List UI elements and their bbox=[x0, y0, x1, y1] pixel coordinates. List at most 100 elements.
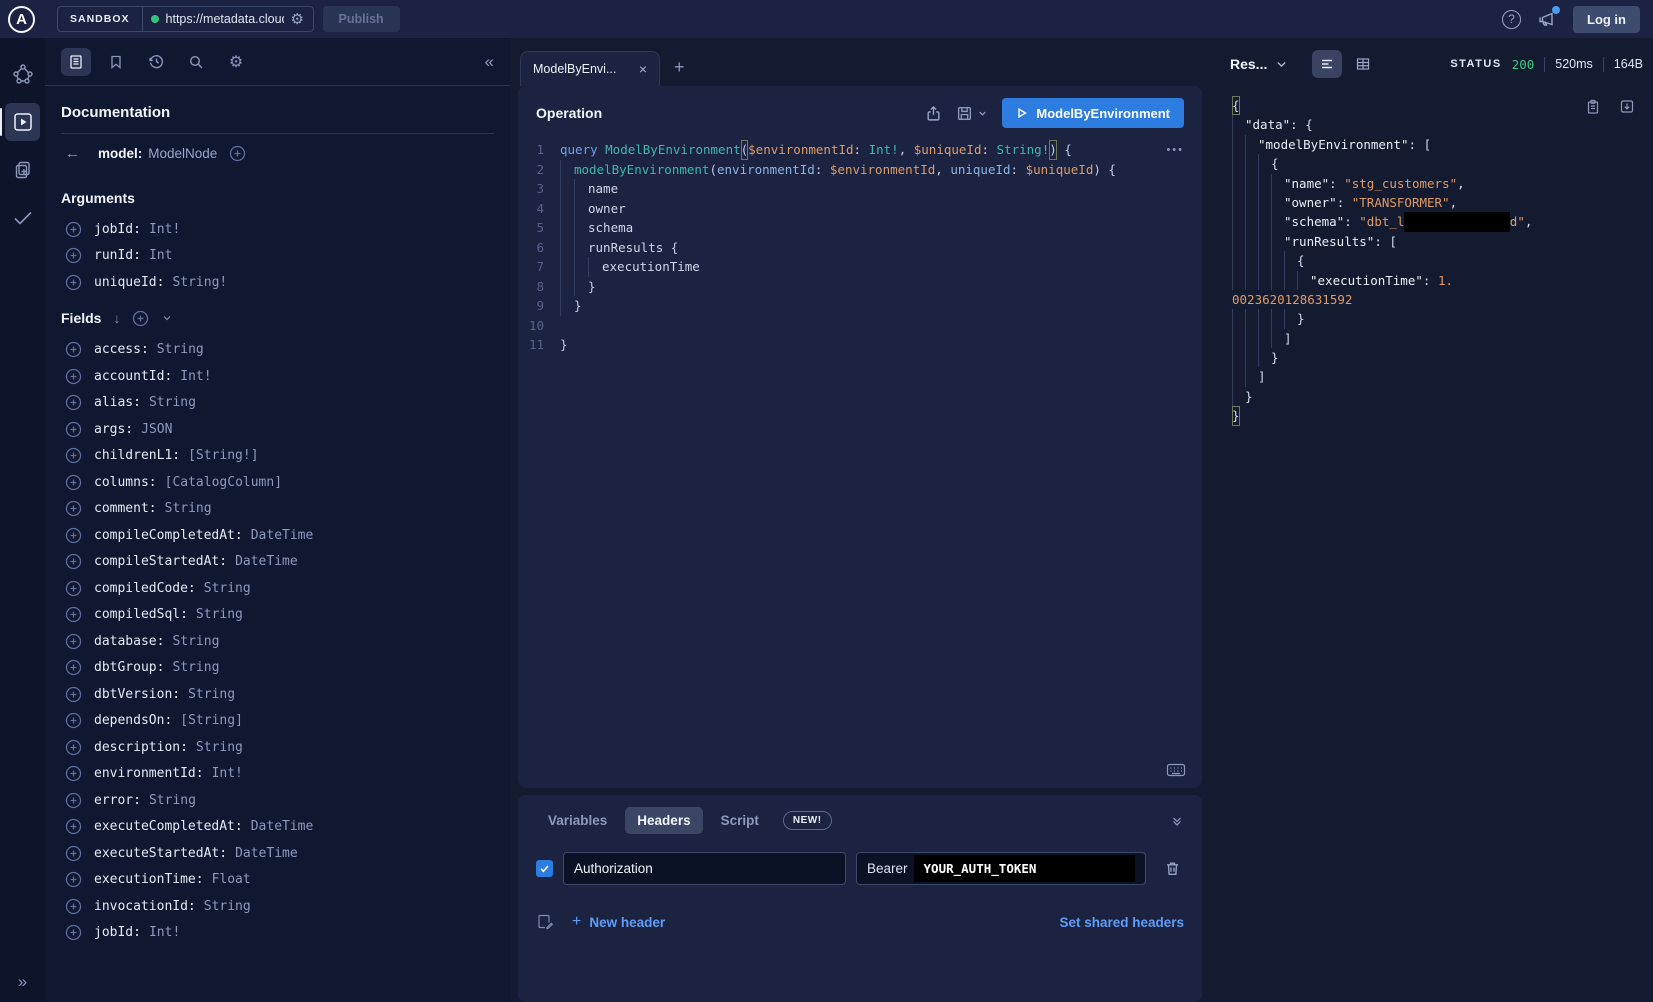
add-field-icon[interactable] bbox=[65, 500, 82, 517]
model-breadcrumb-type[interactable]: ModelNode bbox=[148, 146, 217, 161]
field-type[interactable]: Int! bbox=[180, 369, 211, 384]
field-type[interactable]: Int! bbox=[149, 222, 180, 237]
field-item[interactable]: accountId:Int! bbox=[61, 363, 494, 390]
delete-header-icon[interactable] bbox=[1164, 860, 1181, 877]
share-operation-icon[interactable] bbox=[925, 105, 942, 122]
field-item[interactable]: compiledCode:String bbox=[61, 575, 494, 602]
tab-variables[interactable]: Variables bbox=[536, 807, 619, 834]
tab-headers[interactable]: Headers bbox=[625, 807, 702, 834]
auth-token-value[interactable]: YOUR_AUTH_TOKEN bbox=[914, 855, 1135, 882]
add-field-icon[interactable] bbox=[65, 845, 82, 862]
field-item[interactable]: database:String bbox=[61, 628, 494, 655]
rail-schema-icon[interactable] bbox=[0, 52, 45, 96]
save-operation-group[interactable] bbox=[956, 105, 988, 122]
field-type[interactable]: JSON bbox=[141, 422, 172, 437]
add-all-fields-icon[interactable] bbox=[132, 310, 149, 327]
field-item[interactable]: columns:[CatalogColumn] bbox=[61, 469, 494, 496]
add-field-icon[interactable] bbox=[65, 924, 82, 941]
add-field-icon[interactable] bbox=[65, 871, 82, 888]
field-type[interactable]: [String] bbox=[180, 713, 243, 728]
editor-more-menu[interactable]: ••• bbox=[1166, 144, 1184, 156]
endpoint-url-box[interactable]: https://metadata.cloud.get ⚙ bbox=[143, 7, 313, 31]
field-type[interactable]: String bbox=[196, 740, 243, 755]
field-item[interactable]: dependsOn:[String] bbox=[61, 708, 494, 735]
field-type[interactable]: String! bbox=[172, 275, 227, 290]
add-field-icon[interactable] bbox=[65, 633, 82, 650]
add-field-icon[interactable] bbox=[65, 659, 82, 676]
field-type[interactable]: String bbox=[204, 581, 251, 596]
response-dropdown-icon[interactable] bbox=[1275, 58, 1288, 71]
field-item[interactable]: comment:String bbox=[61, 496, 494, 523]
field-item[interactable]: uniqueId:String! bbox=[61, 269, 494, 296]
field-type[interactable]: String bbox=[172, 634, 219, 649]
login-button[interactable]: Log in bbox=[1573, 6, 1640, 33]
response-body[interactable]: {"data": {"modelByEnvironment": [{"name"… bbox=[1220, 96, 1643, 1002]
add-field-icon[interactable] bbox=[65, 553, 82, 570]
field-item[interactable]: invocationId:String bbox=[61, 893, 494, 920]
add-field-icon[interactable] bbox=[65, 527, 82, 544]
field-item[interactable]: childrenL1:[String!] bbox=[61, 443, 494, 470]
table-view-icon[interactable] bbox=[1348, 50, 1378, 78]
header-value-input[interactable]: Bearer YOUR_AUTH_TOKEN bbox=[856, 852, 1146, 885]
add-field-icon[interactable] bbox=[65, 341, 82, 358]
operation-tab[interactable]: ModelByEnvi... × bbox=[520, 51, 660, 86]
field-type[interactable]: Int! bbox=[212, 766, 243, 781]
field-item[interactable]: dbtVersion:String bbox=[61, 681, 494, 708]
field-type[interactable]: DateTime bbox=[251, 819, 314, 834]
add-field-icon[interactable] bbox=[65, 606, 82, 623]
add-field-icon[interactable] bbox=[65, 221, 82, 238]
add-field-icon[interactable] bbox=[65, 686, 82, 703]
publish-button[interactable]: Publish bbox=[323, 6, 400, 32]
sort-fields-icon[interactable]: ↓ bbox=[113, 310, 120, 326]
field-item[interactable]: jobId:Int! bbox=[61, 216, 494, 243]
apollo-logo[interactable]: A bbox=[8, 6, 35, 33]
field-type[interactable]: Int bbox=[149, 248, 172, 263]
add-field-icon[interactable] bbox=[65, 818, 82, 835]
set-shared-headers-link[interactable]: Set shared headers bbox=[1059, 915, 1184, 930]
run-operation-button[interactable]: ModelByEnvironment bbox=[1002, 98, 1184, 128]
new-header-button[interactable]: + New header bbox=[572, 913, 665, 931]
field-type[interactable]: [CatalogColumn] bbox=[165, 475, 282, 490]
expand-rail-icon[interactable]: » bbox=[18, 972, 27, 992]
field-item[interactable]: executeCompletedAt:DateTime bbox=[61, 814, 494, 841]
tab-script[interactable]: Script bbox=[709, 807, 771, 834]
field-type[interactable]: Float bbox=[212, 872, 251, 887]
field-type[interactable]: String bbox=[188, 687, 235, 702]
field-type[interactable]: [String!] bbox=[188, 448, 258, 463]
fields-chevron-icon[interactable] bbox=[161, 312, 173, 324]
endpoint-settings-icon[interactable]: ⚙ bbox=[291, 12, 304, 27]
field-item[interactable]: environmentId:Int! bbox=[61, 761, 494, 788]
field-item[interactable]: compiledSql:String bbox=[61, 602, 494, 629]
field-type[interactable]: String bbox=[165, 501, 212, 516]
field-item[interactable]: executionTime:Float bbox=[61, 867, 494, 894]
add-field-icon[interactable] bbox=[65, 247, 82, 264]
add-field-icon[interactable] bbox=[65, 792, 82, 809]
field-type[interactable]: String bbox=[204, 899, 251, 914]
collapse-sidebar-icon[interactable]: « bbox=[485, 52, 494, 72]
add-field-icon[interactable] bbox=[65, 447, 82, 464]
add-field-icon[interactable] bbox=[65, 898, 82, 915]
field-type[interactable]: Int! bbox=[149, 925, 180, 940]
add-field-icon[interactable] bbox=[65, 580, 82, 597]
add-field-icon[interactable] bbox=[65, 368, 82, 385]
history-icon[interactable] bbox=[141, 48, 171, 76]
json-view-icon[interactable] bbox=[1312, 50, 1342, 78]
collapse-panel-icon[interactable] bbox=[1170, 814, 1184, 828]
env-variables-icon[interactable] bbox=[536, 913, 554, 931]
query-editor[interactable]: 1query ModelByEnvironment($environmentId… bbox=[518, 136, 1202, 788]
field-item[interactable]: executeStartedAt:DateTime bbox=[61, 840, 494, 867]
field-item[interactable]: description:String bbox=[61, 734, 494, 761]
add-field-icon[interactable] bbox=[65, 765, 82, 782]
header-enabled-checkbox[interactable] bbox=[536, 860, 553, 877]
field-type[interactable]: String bbox=[149, 395, 196, 410]
add-field-icon[interactable] bbox=[65, 739, 82, 756]
search-icon[interactable] bbox=[181, 48, 211, 76]
field-item[interactable]: compileCompletedAt:DateTime bbox=[61, 522, 494, 549]
rail-checklist-icon[interactable] bbox=[0, 196, 45, 240]
rail-explorer-icon[interactable] bbox=[0, 100, 45, 144]
copy-response-icon[interactable] bbox=[1585, 98, 1601, 115]
field-item[interactable]: alias:String bbox=[61, 390, 494, 417]
close-tab-icon[interactable]: × bbox=[639, 61, 647, 77]
field-item[interactable]: runId:Int bbox=[61, 243, 494, 270]
add-field-icon[interactable] bbox=[65, 394, 82, 411]
